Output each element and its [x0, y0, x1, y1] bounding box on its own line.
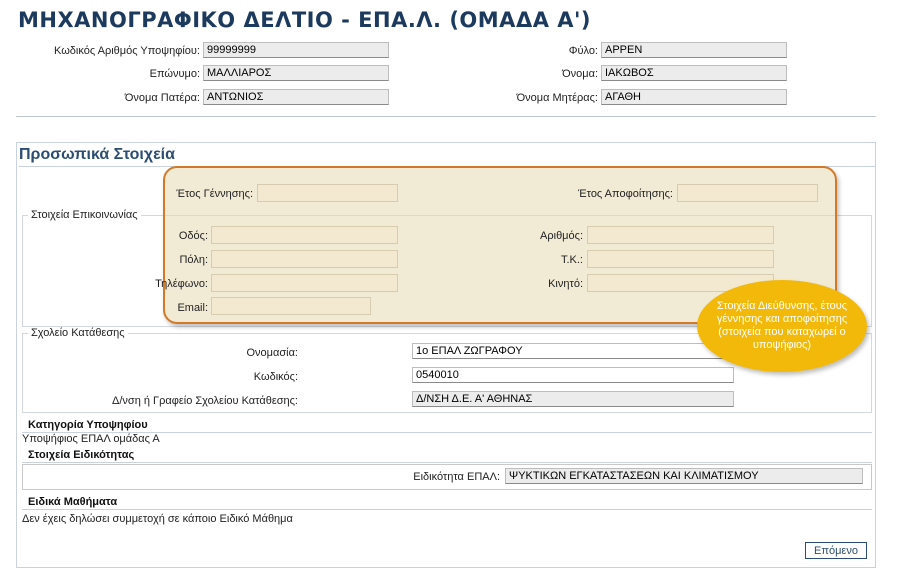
info-callout: Στοιχεία Διεύθυνσης, έτους γέννησης και … [697, 280, 867, 372]
header-divider [16, 116, 876, 117]
name-field: ΙΑΚΩΒΟΣ [601, 65, 787, 81]
name-label: Όνομα: [562, 68, 598, 80]
info-callout-text: Στοιχεία Διεύθυνσης, έτους γέννησης και … [716, 300, 848, 351]
personal-section-title: Προσωπικά Στοιχεία [19, 146, 175, 163]
special-courses-heading: Ειδικά Μαθήματα [28, 496, 118, 508]
specialty-divider [22, 462, 872, 463]
email-input[interactable] [211, 297, 371, 315]
school-name-field: 1ο ΕΠΑΛ ΖΩΓΡΑΦΟΥ [412, 343, 734, 359]
candidate-id-field: 99999999 [203, 42, 389, 58]
postcode-input[interactable] [587, 250, 774, 268]
phone-input[interactable] [211, 274, 398, 292]
graduation-year-input[interactable] [677, 184, 818, 202]
specialty-heading: Στοιχεία Ειδικότητας [28, 449, 135, 461]
father-name-field: ΑΝΤΩΝΙΟΣ [203, 89, 389, 105]
special-courses-text: Δεν έχεις δηλώσει συμμετοχή σε κάποιο Ει… [22, 513, 293, 525]
birth-year-label: Έτος Γέννησης: [176, 188, 253, 200]
birth-year-input[interactable] [257, 184, 398, 202]
directorate-label: Δ/νση ή Γραφείο Σχολείου Κατάθεσης: [112, 395, 298, 407]
gender-label: Φύλο: [568, 45, 598, 57]
contact-legend: Στοιχεία Επικοινωνίας [28, 209, 141, 221]
school-name-label: Ονομασία: [246, 347, 298, 359]
category-heading: Κατηγορία Υποψηφίου [28, 419, 148, 431]
specialty-label: Ειδικότητα ΕΠΑΛ: [413, 471, 500, 483]
graduation-year-label: Έτος Αποφοίτησης: [578, 188, 673, 200]
surname-field: ΜΑΛΛΙΑΡΟΣ [203, 65, 389, 81]
page-title: ΜΗΧΑΝΟΓΡΑΦΙΚΟ ΔΕΛΤΙΟ - ΕΠΑ.Λ. (ΟΜΑΔΑ Α') [18, 8, 592, 32]
phone-label: Τηλέφωνο: [155, 278, 208, 290]
special-courses-divider [22, 509, 872, 510]
candidate-id-label: Κωδικός Αριθμός Υποψηφίου: [54, 45, 200, 57]
street-label: Οδός: [178, 230, 208, 242]
mother-name-label: Όνομα Μητέρας: [516, 92, 598, 104]
school-code-field: 0540010 [412, 367, 734, 383]
postcode-label: Τ.Κ.: [560, 254, 583, 266]
school-code-label: Κωδικός: [253, 371, 298, 383]
city-label: Πόλη: [179, 254, 208, 266]
mobile-label: Κινητό: [548, 278, 583, 290]
directorate-field: Δ/ΝΣΗ Δ.Ε. Α' ΑΘΗΝΑΣ [412, 391, 734, 407]
father-name-label: Όνομα Πατέρα: [124, 92, 200, 104]
city-input[interactable] [211, 250, 398, 268]
category-value: Υποψήφιος ΕΠΑΛ ομάδας Α [22, 433, 160, 445]
number-label: Αριθμός: [540, 230, 583, 242]
mother-name-field: ΑΓΑΘΗ [601, 89, 787, 105]
gender-field: ΑΡΡΕΝ [601, 42, 787, 58]
school-legend: Σχολείο Κατάθεσης [28, 327, 128, 339]
next-button[interactable]: Επόμενο [805, 542, 867, 559]
street-input[interactable] [211, 226, 398, 244]
specialty-field: ΨΥΚΤΙΚΩΝ ΕΓΚΑΤΑΣΤΑΣΕΩΝ ΚΑΙ ΚΛΙΜΑΤΙΣΜΟΥ [505, 468, 863, 484]
email-label: Email: [177, 302, 208, 314]
number-input[interactable] [587, 226, 774, 244]
surname-label: Επώνυμο: [149, 68, 200, 80]
